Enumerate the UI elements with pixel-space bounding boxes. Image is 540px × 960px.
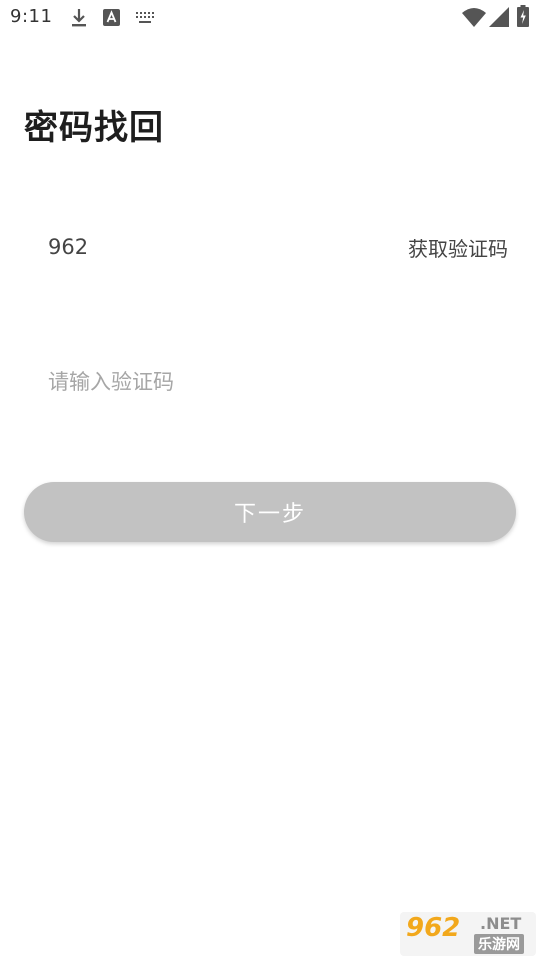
phone-row: 获取验证码	[24, 220, 516, 274]
status-bar: 9:11	[0, 0, 540, 36]
download-icon	[72, 9, 86, 27]
signal-icon	[489, 7, 509, 27]
status-time: 9:11	[10, 6, 53, 27]
watermark-digits: 962	[406, 913, 461, 943]
watermark-net: .NET	[480, 914, 522, 933]
page-title: 密码找回	[24, 108, 164, 148]
phone-input[interactable]	[24, 220, 388, 274]
get-code-button[interactable]: 获取验证码	[408, 233, 508, 262]
watermark-cn: 乐游网	[474, 934, 524, 954]
watermark-logo: 962 .NET 乐游网	[400, 912, 536, 956]
keyboard-icon	[136, 12, 154, 23]
verification-code-input[interactable]	[24, 355, 518, 409]
next-button[interactable]: 下一步	[24, 482, 516, 542]
a-badge-icon	[103, 9, 120, 26]
wifi-icon	[462, 8, 486, 27]
battery-charging-icon	[517, 5, 529, 27]
